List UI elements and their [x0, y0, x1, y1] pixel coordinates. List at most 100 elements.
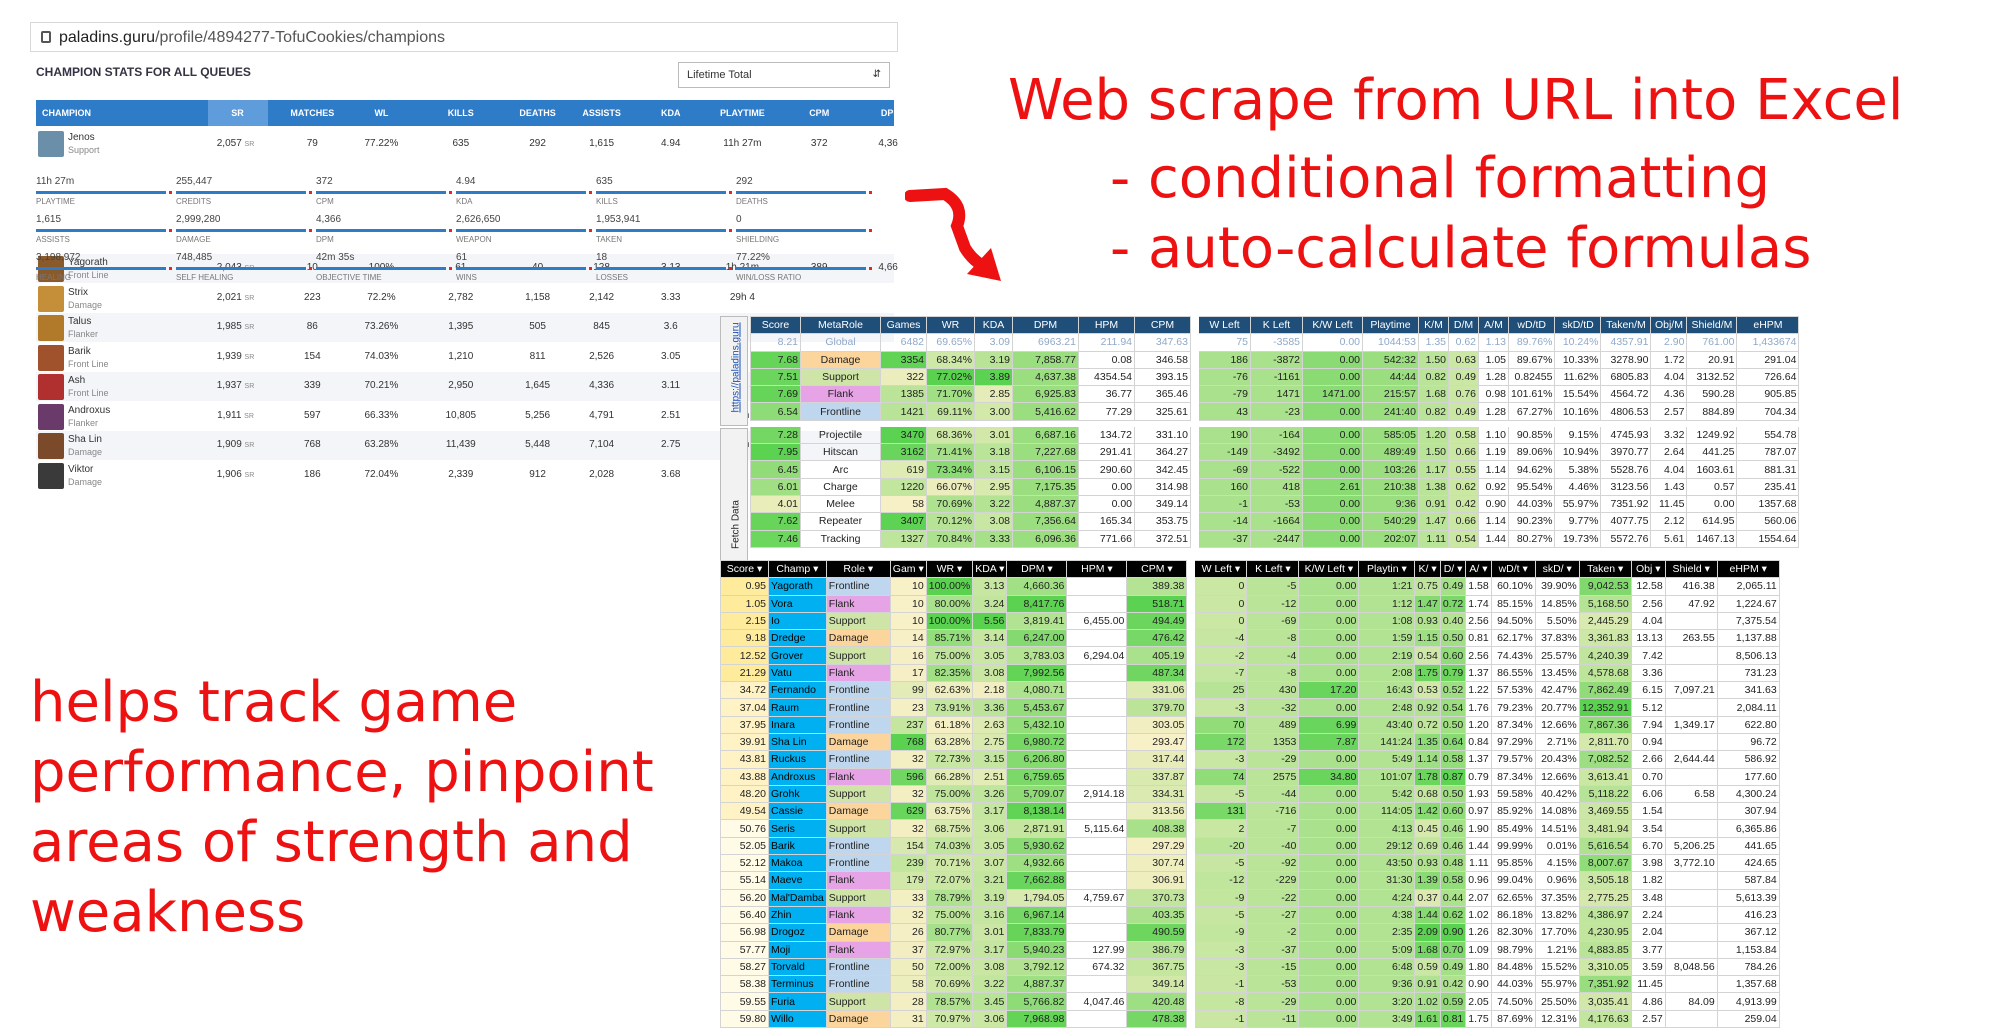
cell: A/M	[1478, 316, 1509, 335]
champion-row[interactable]: Jenos Support 2,057 SR 79 77.22% 635 292 1,615 4…	[36, 126, 898, 162]
champion-data-row[interactable]: 59.55 Furia Support 28 78.57% 3.45 5,766.82 4,0…	[720, 992, 1780, 1011]
column-filter-20[interactable]: Shield ▾	[1664, 559, 1718, 579]
column-filter-2[interactable]: Role ▾	[825, 559, 891, 579]
cell: 393.15	[1134, 367, 1191, 387]
column-filter-kda[interactable]: KDA ▾	[972, 559, 1008, 579]
cell: 1421	[880, 402, 927, 421]
champion-data-row[interactable]: 12.52 Grover Support 16 75.00% 3.05 3,783.03 6,…	[720, 646, 1780, 665]
cell-matches: 339	[303, 380, 321, 391]
cell: 0.92	[1478, 477, 1509, 496]
cell: 424.65	[1716, 854, 1780, 873]
cell: 0.60	[1439, 646, 1467, 665]
champion-data-row[interactable]: 49.54 Cassie Damage 629 63.75% 3.17 8,138.14 31…	[720, 802, 1780, 821]
column-header-playtime[interactable]: PLAYTIME	[714, 108, 770, 118]
time-filter-select[interactable]: Lifetime Total ⇵	[678, 62, 890, 88]
column-filter-4[interactable]: WR ▾	[925, 559, 974, 579]
cell-assists: 845	[593, 321, 610, 332]
column-filter-10[interactable]: K Left ▾	[1246, 559, 1300, 579]
url-cell[interactable]: https://paladins.guru	[720, 316, 748, 426]
champion-data-row[interactable]: 37.95 Inara Frontline 237 61.18% 2.63 5,432.10…	[720, 715, 1780, 734]
column-header-dpm[interactable]: DPM	[863, 108, 898, 118]
cell: 1471	[1250, 385, 1303, 404]
cell: 2.63	[972, 715, 1008, 734]
cell-deaths: 5,448	[525, 439, 551, 450]
column-header-sr[interactable]: SR	[207, 100, 268, 126]
cell: 190	[1198, 425, 1251, 445]
cell: 4806.53	[1600, 402, 1652, 421]
column-header-cpm[interactable]: CPM	[791, 108, 847, 118]
cell: 1.13	[1478, 333, 1509, 352]
cell: 5.56	[972, 611, 1008, 631]
column-header-kills[interactable]: KILLS	[433, 108, 489, 118]
cell: DPM	[1012, 316, 1079, 335]
champion-data-row[interactable]: 37.04 Raum Frontline 23 73.91% 3.36 5,453.67 37…	[720, 698, 1780, 717]
champion-data-row[interactable]: 56.98 Drogoz Damage 26 80.77% 3.01 7,833.79 490…	[720, 923, 1780, 942]
champion-row[interactable]: Strix Damage 2,021 SR 223 72.2% 2,782 1,158 2,1…	[36, 284, 894, 313]
cell: 3,310.05	[1578, 957, 1632, 977]
champion-data-row[interactable]: 56.40 Zhin Flank 32 75.00% 3.16 6,967.14 403.35…	[720, 905, 1780, 925]
champion-data-row[interactable]: 59.80 Willo Damage 31 70.97% 3.06 7,968.98 478.…	[720, 1009, 1780, 1029]
cell: 70.69%	[925, 975, 974, 994]
column-filter-19[interactable]: Obj ▾	[1630, 559, 1666, 579]
cell: 0.00	[1302, 512, 1363, 531]
column-header-matches[interactable]: MATCHES	[284, 108, 340, 118]
cell: 0.42	[1448, 494, 1479, 514]
column-filter-12[interactable]: Playtin ▾	[1358, 559, 1416, 579]
champion-data-row[interactable]: 58.27 Torvald Frontline 50 72.00% 3.08 3,792.1…	[720, 957, 1780, 977]
url-link[interactable]: https://paladins.guru	[731, 316, 742, 423]
cell: 259.04	[1716, 1009, 1780, 1029]
champion-data-row[interactable]: 43.81 Ruckus Frontline 32 72.73% 3.15 6,206.80…	[720, 750, 1780, 769]
column-filter-1[interactable]: Champ ▾	[768, 559, 827, 579]
champion-data-row[interactable]: 1.05 Vora Flank 10 80.00% 3.24 8,417.76 518.71 0…	[720, 594, 1780, 613]
column-filter-9[interactable]: W Left ▾	[1194, 559, 1248, 579]
champion-data-row[interactable]: 48.20 Grohk Support 32 75.00% 3.26 5,709.07 2,9…	[720, 784, 1780, 804]
cell: 0.70	[1439, 940, 1467, 959]
cell	[1186, 577, 1196, 596]
champion-data-row[interactable]: 57.77 Moji Flank 37 72.97% 3.17 5,940.23 127.99…	[720, 940, 1780, 959]
column-filter-14[interactable]: D/ ▾	[1439, 559, 1467, 579]
cell: 100.00%	[925, 611, 974, 631]
champion-data-row[interactable]: 9.18 Dredge Damage 14 85.71% 3.14 6,247.00 476.…	[720, 629, 1780, 648]
cell: 7,992.56	[1006, 663, 1068, 683]
champion-data-row[interactable]: 43.88 Androxus Flank 596 66.28% 2.51 6,759.65 3…	[720, 767, 1780, 786]
cell	[1186, 888, 1196, 907]
champion-data-row[interactable]: 0.95 Yagorath Frontline 10 100.00% 3.13 4,660.…	[720, 577, 1780, 596]
cell-wl: 77.22%	[364, 138, 399, 149]
cell: Io	[768, 611, 827, 631]
champion-data-row[interactable]: 52.12 Makoa Frontline 239 70.71% 3.07 4,932.66…	[720, 854, 1780, 873]
column-filter-16[interactable]: wD/t ▾	[1490, 559, 1536, 579]
column-header-assists[interactable]: ASSISTS	[574, 108, 630, 118]
column-filter-17[interactable]: skD/ ▾	[1534, 559, 1580, 579]
champion-data-row[interactable]: 52.05 Barik Frontline 154 74.03% 3.05 5,930.62…	[720, 836, 1780, 856]
column-filter-13[interactable]: K/ ▾	[1414, 559, 1441, 579]
champion-data-row[interactable]: 21.29 Vatu Flank 17 82.35% 3.08 7,992.56 487.34…	[720, 663, 1780, 683]
cell: 416.23	[1716, 905, 1780, 925]
column-filter-21[interactable]: eHPM ▾	[1716, 559, 1780, 579]
address-bar[interactable]: paladins.guru/profile/4894277-TofuCookie…	[30, 22, 898, 52]
column-filter-6[interactable]: HPM ▾	[1066, 559, 1128, 579]
column-filter-18[interactable]: Taken ▾	[1578, 559, 1632, 579]
champion-data-row[interactable]: 56.20 Mal'Damba Support 33 78.79% 3.19 1,794.0…	[720, 888, 1780, 907]
column-filter-8[interactable]	[1186, 559, 1196, 579]
column-header-deaths[interactable]: DEATHS	[510, 108, 566, 118]
column-filter-15[interactable]: A/ ▾	[1465, 559, 1492, 579]
column-filter-5[interactable]: DPM ▾	[1006, 559, 1068, 579]
column-header-wl[interactable]: WL	[353, 108, 409, 118]
cell	[1066, 750, 1128, 769]
column-filter-3[interactable]: Gam ▾	[889, 559, 927, 579]
column-header-champion[interactable]: CHAMPION	[42, 108, 122, 118]
champion-data-row[interactable]: 34.72 Fernando Frontline 99 62.63% 2.18 4,080.…	[720, 681, 1780, 700]
column-filter-0[interactable]: Score ▾	[720, 559, 769, 579]
column-filter-7[interactable]: CPM ▾	[1126, 559, 1188, 579]
cell-kills: 1,210	[448, 350, 474, 362]
column-header-kda[interactable]: KDA	[643, 108, 699, 118]
stat-label: DAMAGE	[176, 235, 211, 244]
champion-data-row[interactable]: 2.15 Io Support 10 100.00% 5.56 3,819.41 6,455.…	[720, 611, 1780, 631]
champion-data-row[interactable]: 39.91 Sha Lin Damage 768 63.28% 2.75 6,980.72 2…	[720, 732, 1780, 752]
cell: 80.77%	[925, 923, 974, 942]
caption-line-2: performance, pinpoint	[30, 740, 654, 805]
column-filter-11[interactable]: K/W Left ▾	[1298, 559, 1360, 579]
champion-data-row[interactable]: 58.38 Terminus Frontline 58 70.69% 3.22 4,887.…	[720, 975, 1780, 994]
champion-data-row[interactable]: 55.14 Maeve Flank 179 72.07% 3.21 7,662.88 306.…	[720, 871, 1780, 890]
champion-data-row[interactable]: 50.76 Seris Support 32 68.75% 3.06 2,871.91 5,1…	[720, 819, 1780, 838]
